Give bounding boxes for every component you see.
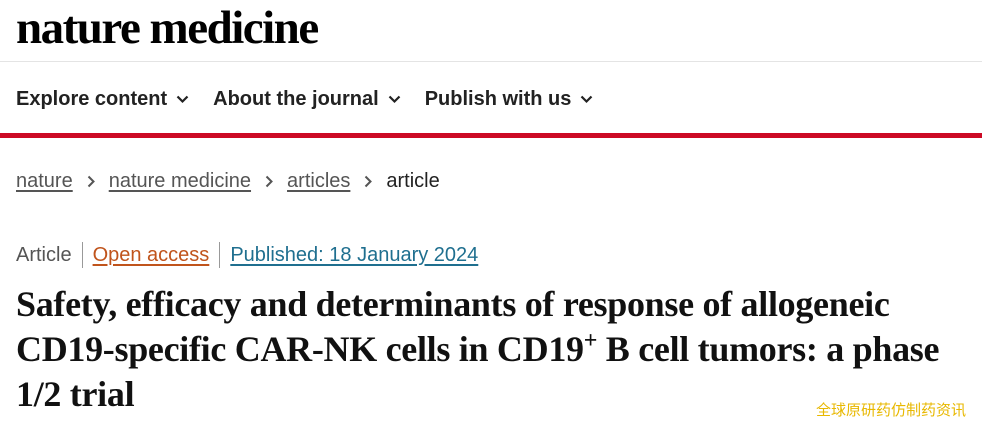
nav-explore-content[interactable]: Explore content [16,88,189,111]
meta-divider [219,242,221,268]
chevron-right-icon [364,175,373,188]
breadcrumb: nature nature medicine articles article [16,166,440,196]
breadcrumb-link-articles[interactable]: articles [287,170,350,193]
nav-about-the-journal-label: About the journal [213,87,379,110]
nav-explore-content-label: Explore content [16,87,168,110]
chevron-down-icon [580,95,593,104]
header-accent-bar [0,133,982,138]
breadcrumb-link-nature-medicine[interactable]: nature medicine [109,170,251,193]
main-nav: Explore content About the journal Publis… [16,84,617,114]
watermark: 全球原研药仿制药资讯 [815,401,966,419]
article-meta: Article Open access Published: 18 Januar… [16,240,478,270]
chevron-right-icon [87,175,95,188]
published-date-link[interactable]: Published: 18 January 2024 [230,244,478,267]
article-type: Article [16,243,72,266]
open-access-link[interactable]: Open access [93,244,210,267]
chevron-down-icon [176,95,189,104]
breadcrumb-link-nature[interactable]: nature [16,170,73,193]
article-title: Safety, efficacy and determinants of res… [16,282,966,417]
nav-about-the-journal[interactable]: About the journal [213,88,401,111]
chevron-right-icon [265,175,273,188]
article-title-superscript: + [583,328,598,354]
header-divider [0,61,982,62]
nav-publish-with-us-label: Publish with us [424,87,572,110]
meta-divider [81,242,83,268]
nav-publish-with-us[interactable]: Publish with us [425,88,594,111]
breadcrumb-current: article [386,169,440,192]
site-logo[interactable]: nature medicine [16,0,319,56]
chevron-down-icon [388,95,401,104]
